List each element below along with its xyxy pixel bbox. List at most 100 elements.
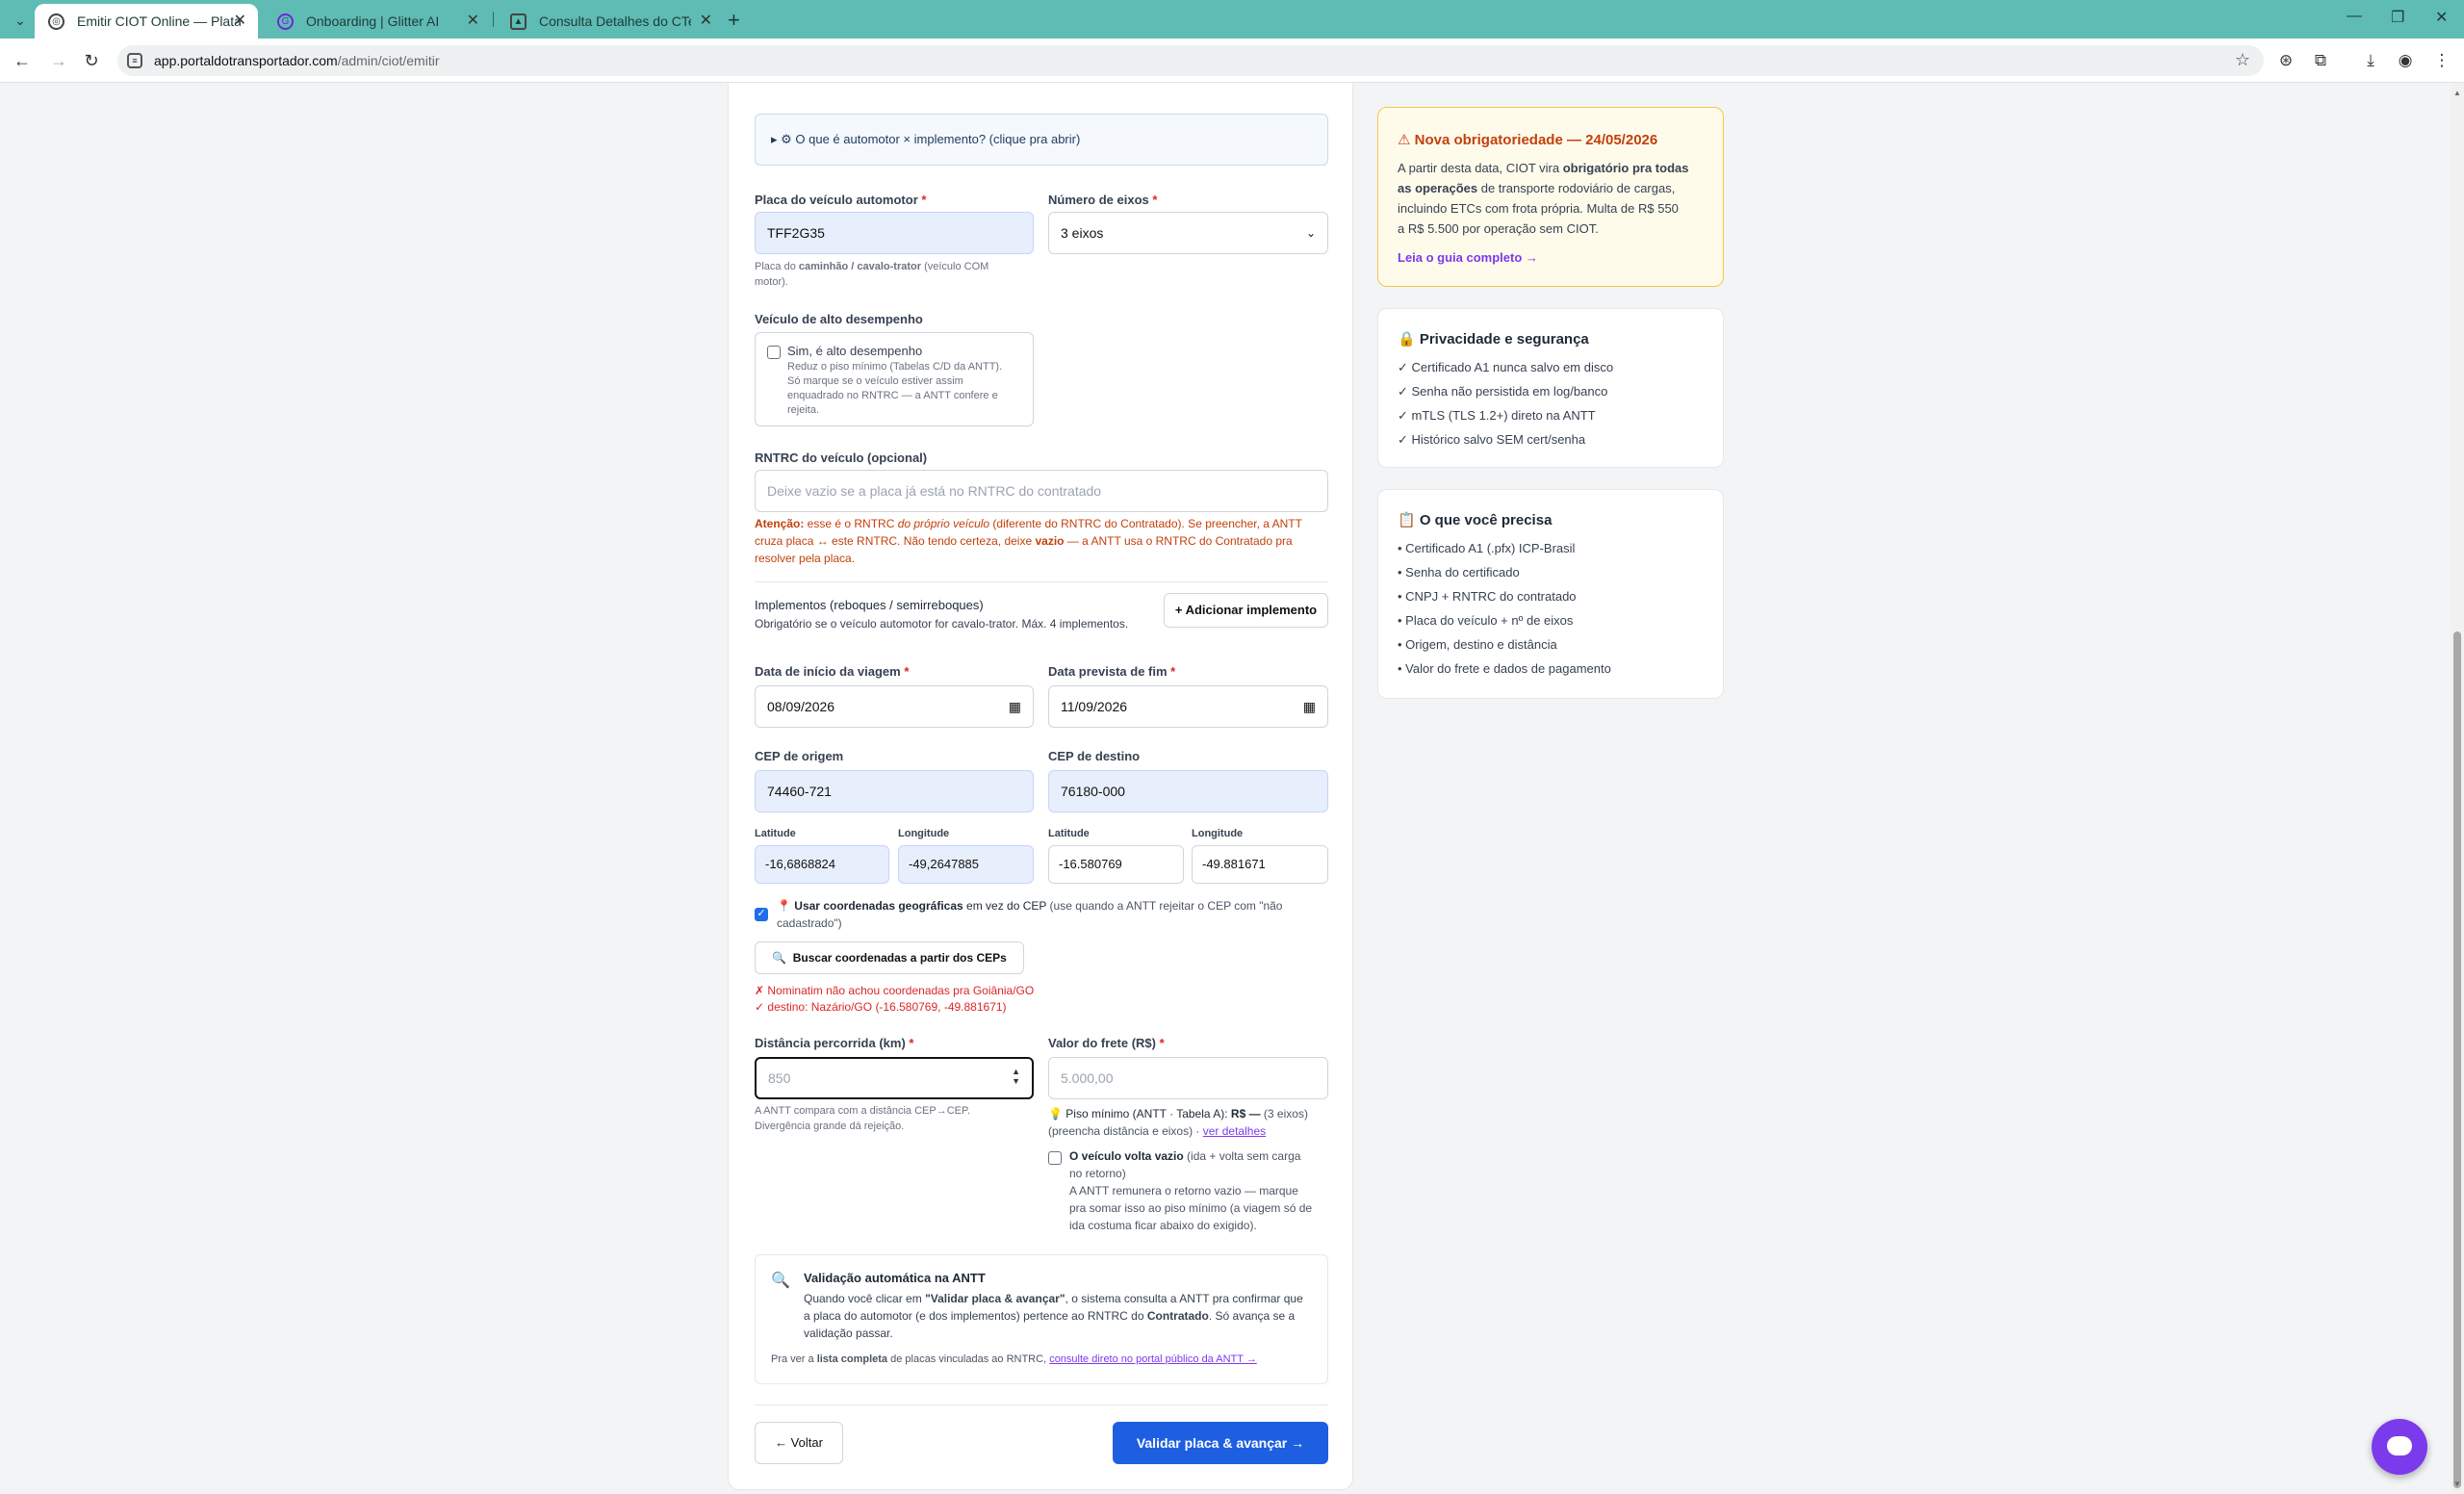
privacy-list: ✓ Certificado A1 nunca salvo em disco ✓ … [1398,355,1613,451]
placa-input[interactable]: TFF2G35 [755,212,1034,254]
profile-icon[interactable]: ◉ [2393,48,2418,73]
data-inicio-value: 08/09/2026 [767,699,835,714]
close-tab-icon[interactable]: ✕ [467,4,479,39]
desc-line: Reduz o piso mínimo (Tabelas C/D da ANTT… [787,361,1003,373]
origem-lat-input[interactable]: -16,6868824 [755,845,889,884]
validar-avancar-button[interactable]: Validar placa & avançar → [1113,1422,1328,1464]
rntrc-input[interactable]: Deixe vazio se a placa já está no RNTRC … [755,470,1328,512]
restore-icon[interactable]: ❐ [2391,8,2404,27]
volta-vazio-checkbox[interactable] [1048,1151,1062,1165]
rntrc-label: RNTRC do veículo (opcional) [755,451,928,465]
guia-completo-link[interactable]: Leia o guia completo → [1398,250,1538,265]
alert-text: incluindo ETCs com frota própria. Multa … [1398,201,1679,216]
close-tab-icon[interactable]: ✕ [234,4,246,39]
piso-value: R$ — [1230,1107,1261,1120]
url-host: app.portaldotransportador.com [154,53,338,68]
validacao-footer: Pra ver a lista completa de placas vincu… [771,1353,1320,1365]
distancia-input[interactable]: 850 ▲ ▼ [755,1057,1034,1099]
tab-onboarding[interactable]: G Onboarding | Glitter AI ✕ [264,4,491,39]
implementos-title: Implementos (reboques / semirreboques) [755,598,984,612]
map-pin-icon: 📍 [777,899,791,913]
help-bold: caminhão / cavalo-trator [798,261,922,272]
frete-label-text: Valor do frete (R$) [1048,1036,1156,1050]
destino-lat-label: Latitude [1048,828,1090,839]
extension-icon[interactable]: ⊛ [2273,48,2298,73]
desc-line: rejeita. [787,404,820,416]
eixos-label-text: Número de eixos [1048,193,1149,207]
validacao-line: validação passar. [804,1327,893,1340]
distancia-label-text: Distância percorrida (km) [755,1036,906,1050]
required-marker: * [1159,1036,1165,1050]
required-marker: * [904,664,910,679]
list-item: ✓ Certificado A1 nunca salvo em disco [1398,360,1614,374]
ver-detalhes-link[interactable]: ver detalhes [1203,1124,1266,1138]
usar-coords-text: cadastrado") [777,916,842,930]
eixos-select[interactable]: 3 eixos ⌄ [1048,212,1328,254]
tab-consulta-cte[interactable]: ▲ Consulta Detalhes do CTe - ERP ✕ [497,4,724,39]
alert-title: ⚠ Nova obrigatoriedade — 24/05/2026 [1398,132,1658,148]
destino-lat-input[interactable]: -16.580769 [1048,845,1184,884]
list-item: • Placa do veículo + nº de eixos [1398,613,1574,628]
frete-input[interactable]: 5.000,00 [1048,1057,1328,1099]
origem-lon-input[interactable]: -49,2647885 [898,845,1034,884]
close-window-icon[interactable]: ✕ [2435,8,2448,27]
alto-desempenho-box: Sim, é alto desempenho Reduz o piso míni… [755,332,1034,426]
bookmark-star-icon[interactable]: ☆ [2235,50,2250,70]
close-tab-icon[interactable]: ✕ [700,4,712,39]
destino-lon-label: Longitude [1192,828,1244,839]
usar-coords-text: em vez do CEP [962,899,1050,913]
forward-arrow-icon[interactable]: → [46,48,71,73]
voltar-button[interactable]: ← Voltar [755,1422,843,1464]
buscar-coordenadas-button[interactable]: 🔍 Buscar coordenadas a partir dos CEPs [755,941,1024,974]
address-bar[interactable]: ≡ app.portaldotransportador.com/admin/ci… [117,45,2264,76]
new-tab-plus-icon[interactable]: + [728,8,740,33]
eixos-label: Número de eixos * [1048,193,1157,207]
ciot-form-card: ▸ ⚙ O que é automotor × implemento? (cli… [728,83,1353,1490]
warn-bold: vazio [1035,534,1065,548]
data-fim-input[interactable]: 11/09/2026 ▦ [1048,685,1328,728]
tab-emitir-ciot[interactable]: ◎ Emitir CIOT Online — Plataforma ✕ [35,4,258,39]
destino-lon-input[interactable]: -49.881671 [1192,845,1328,884]
validacao-line: , o sistema consulta a ANTT pra confirma… [1065,1292,1303,1305]
glitter-logo-icon: G [277,13,294,30]
tab-search-chevron-icon[interactable]: ⌄ [10,10,31,31]
calendar-icon[interactable]: ▦ [1009,686,1021,727]
add-implemento-button[interactable]: + Adicionar implemento [1164,593,1328,628]
minimize-icon[interactable]: — [2347,8,2362,25]
back-arrow-icon[interactable]: ← [10,48,35,73]
help-text: (veículo COM [921,261,989,272]
scrollbar-thumb[interactable] [2453,631,2461,1488]
scroll-down-icon[interactable]: ▼ [2453,1480,2461,1488]
data-inicio-input[interactable]: 08/09/2026 ▦ [755,685,1034,728]
validacao-text: Quando você clicar em "Validar placa & a… [804,1290,1323,1342]
obrigatoriedade-alert-card: ⚠ Nova obrigatoriedade — 24/05/2026 A pa… [1377,107,1724,287]
alert-bold: as operações [1398,181,1478,195]
cep-origem-input[interactable]: 74460-721 [755,770,1034,812]
alto-desempenho-checkbox[interactable] [767,346,781,359]
validacao-line: . Só avança se a [1208,1309,1296,1323]
required-marker: * [921,193,927,207]
puzzle-extensions-icon[interactable]: ⧉ [2308,48,2333,73]
calendar-icon[interactable]: ▦ [1303,686,1316,727]
scroll-up-icon[interactable]: ▲ [2453,89,2461,97]
kebab-menu-icon[interactable]: ⋮ [2429,48,2454,73]
usar-coordenadas-checkbox[interactable]: ✓ [755,908,768,921]
chat-widget-button[interactable] [2372,1419,2427,1475]
list-item: • Senha do certificado [1398,565,1520,580]
browser-chrome: ⌄ ◎ Emitir CIOT Online — Plataforma ✕ G … [0,0,2464,83]
volta-vazio-desc: A ANTT remunera o retorno vazio — marque [1069,1184,1298,1198]
number-spinner-icon[interactable]: ▲ ▼ [1012,1067,1020,1086]
footer-bold: lista completa [816,1353,888,1365]
frete-label: Valor do frete (R$) * [1048,1036,1165,1050]
list-item: • CNPJ + RNTRC do contratado [1398,589,1577,604]
antt-portal-link[interactable]: consulte direto no portal público da ANT… [1049,1353,1257,1365]
warn-bold: Atenção: [755,517,805,530]
search-icon: 🔍 [772,951,787,965]
help-text: Placa do [755,261,799,272]
page-scrollbar[interactable]: ▲ ▼ [2451,83,2464,1494]
automotor-implemento-accordion[interactable]: ▸ ⚙ O que é automotor × implemento? (cli… [755,114,1328,166]
site-info-icon[interactable]: ≡ [127,53,142,68]
cep-destino-input[interactable]: 76180-000 [1048,770,1328,812]
reload-icon[interactable]: ↻ [79,48,104,73]
download-icon[interactable]: ⤓ [2358,48,2383,73]
